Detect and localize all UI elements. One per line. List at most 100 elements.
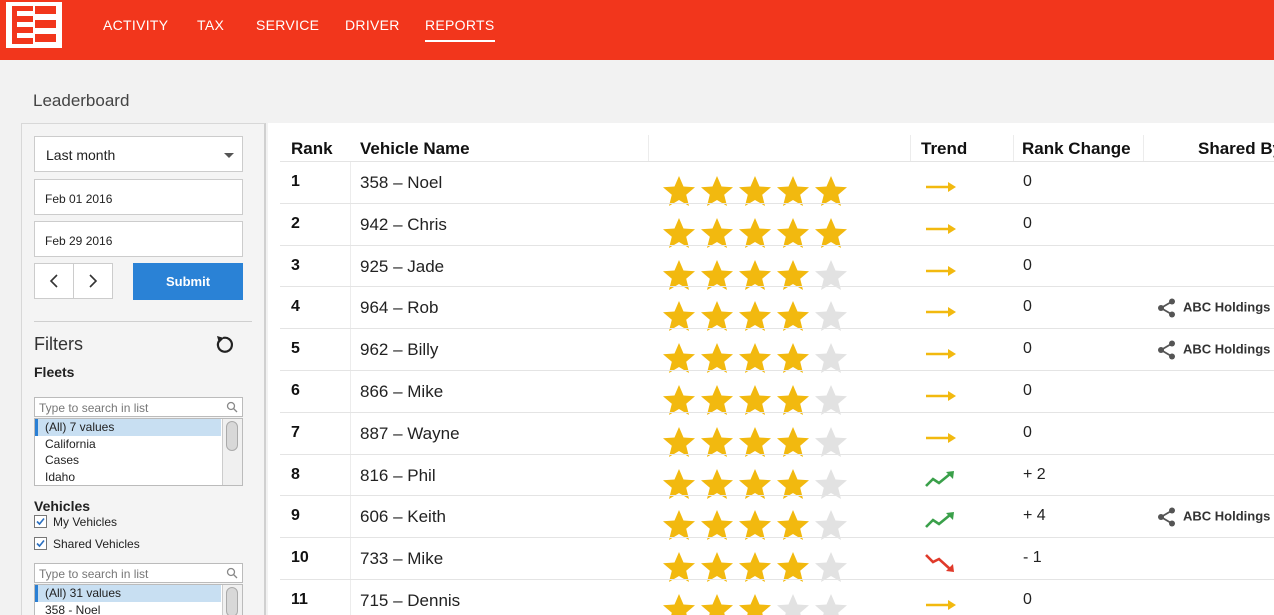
- header-vehicle-name[interactable]: Vehicle Name: [360, 139, 470, 159]
- star-filled-icon: [698, 592, 736, 615]
- star-empty-icon: [812, 592, 850, 615]
- table-row[interactable]: 4 964 – Rob 0 ABC Holdings: [280, 286, 1274, 332]
- fleets-listbox[interactable]: (All) 7 values California Cases Idaho: [34, 418, 243, 486]
- vehicle-name-cell[interactable]: 733 – Mike: [360, 549, 443, 569]
- rank-cell: 9: [291, 507, 300, 525]
- nav-driver[interactable]: DRIVER: [345, 17, 400, 33]
- vehicle-name-cell[interactable]: 887 – Wayne: [360, 424, 460, 444]
- vehicle-name-cell[interactable]: 816 – Phil: [360, 466, 436, 486]
- trend-flat-arrow-icon: [924, 342, 958, 366]
- search-icon: [226, 567, 238, 579]
- fleet-option[interactable]: California: [35, 436, 221, 453]
- trend-flat-arrow-icon: [924, 384, 958, 408]
- trend-flat-arrow-icon: [924, 426, 958, 450]
- fleets-search-placeholder: Type to search in list: [39, 401, 149, 415]
- shared-by-cell[interactable]: ABC Holdings: [1156, 506, 1270, 528]
- star-empty-icon: [774, 592, 812, 615]
- fleet-option[interactable]: Cases: [35, 452, 221, 469]
- shared-vehicles-checkbox[interactable]: [34, 537, 47, 551]
- fleet-option[interactable]: (All) 7 values: [35, 419, 221, 436]
- nav-reports[interactable]: REPORTS: [425, 17, 495, 42]
- vehicle-name-cell[interactable]: 964 – Rob: [360, 298, 438, 318]
- previous-period-button[interactable]: [34, 263, 74, 299]
- shared-by-cell[interactable]: ABC Holdings: [1156, 297, 1270, 319]
- vehicle-name-cell[interactable]: 962 – Billy: [360, 340, 438, 360]
- period-dropdown[interactable]: Last month: [34, 136, 243, 172]
- vehicle-name-cell[interactable]: 358 – Noel: [360, 173, 442, 193]
- table-row[interactable]: 6 866 – Mike 0: [280, 370, 1274, 415]
- table-row[interactable]: 11 715 – Dennis 0: [280, 579, 1274, 615]
- vehicle-option[interactable]: (All) 31 values: [35, 585, 221, 602]
- nav-activity[interactable]: ACTIVITY: [103, 17, 168, 33]
- header-rank[interactable]: Rank: [291, 139, 333, 159]
- vehicle-name-cell[interactable]: 606 – Keith: [360, 507, 446, 527]
- column-separator: [1143, 135, 1144, 161]
- fleets-scrollbar[interactable]: [222, 419, 242, 485]
- filter-sidebar: Last month Feb 01 2016 Feb 29 2016 Submi…: [21, 123, 266, 615]
- star-filled-icon: [660, 592, 698, 615]
- rank-change-cell: - 1: [1023, 549, 1042, 567]
- rank-change-cell: + 4: [1023, 507, 1046, 525]
- column-separator: [350, 454, 351, 497]
- share-icon: [1156, 506, 1183, 528]
- table-row[interactable]: 5 962 – Billy 0 ABC Holdings: [280, 328, 1274, 374]
- rank-cell: 3: [291, 256, 300, 274]
- shared-by-cell[interactable]: ABC Holdings: [1156, 339, 1270, 361]
- vehicle-option[interactable]: 358 - Noel: [35, 602, 221, 615]
- vehicles-label: Vehicles: [34, 498, 91, 514]
- fleets-search-input[interactable]: Type to search in list: [34, 397, 243, 417]
- shared-by-label: ABC Holdings: [1183, 508, 1271, 524]
- column-separator: [350, 245, 351, 288]
- end-date-field[interactable]: Feb 29 2016: [34, 221, 243, 257]
- vehicle-name-cell[interactable]: 715 – Dennis: [360, 591, 460, 611]
- header-shared-by[interactable]: Shared By: [1198, 139, 1274, 159]
- start-date-field[interactable]: Feb 01 2016: [34, 179, 243, 215]
- fleets-label: Fleets: [34, 364, 75, 380]
- rank-change-cell: 0: [1023, 591, 1032, 608]
- reset-icon[interactable]: [212, 334, 234, 356]
- star-filled-icon: [736, 592, 774, 615]
- rank-cell: 11: [291, 591, 308, 608]
- next-period-button[interactable]: [73, 263, 113, 299]
- rank-cell: 2: [291, 214, 300, 232]
- column-separator: [350, 412, 351, 455]
- submit-button[interactable]: Submit: [133, 263, 243, 300]
- nav-tax[interactable]: TAX: [197, 17, 224, 33]
- header-trend[interactable]: Trend: [921, 139, 967, 159]
- vehicles-search-input[interactable]: Type to search in list: [34, 563, 243, 583]
- trend-flat-arrow-icon: [924, 217, 958, 241]
- table-row[interactable]: 7 887 – Wayne 0: [280, 411, 1274, 457]
- my-vehicles-checkbox-row[interactable]: My Vehicles: [34, 515, 117, 531]
- vehicles-listbox[interactable]: (All) 31 values 358 - Noel: [34, 584, 243, 615]
- column-separator: [910, 135, 911, 161]
- vehicles-search-placeholder: Type to search in list: [39, 567, 149, 581]
- shared-by-label: ABC Holdings: [1183, 341, 1271, 357]
- rank-change-cell: 0: [1023, 214, 1032, 232]
- brand-logo[interactable]: [6, 2, 62, 48]
- fleet-option[interactable]: Idaho: [35, 469, 221, 486]
- table-row[interactable]: 9 606 – Keith + 4 ABC Holdings: [280, 495, 1274, 541]
- scroll-thumb[interactable]: [226, 421, 238, 451]
- header-rank-change[interactable]: Rank Change: [1022, 139, 1131, 159]
- trend-flat-arrow-icon: [924, 593, 958, 615]
- table-row[interactable]: 8 816 – Phil + 2: [280, 453, 1274, 499]
- vehicle-name-cell[interactable]: 866 – Mike: [360, 382, 443, 402]
- table-row[interactable]: 3 925 – Jade 0: [280, 244, 1274, 290]
- nav-service[interactable]: SERVICE: [256, 17, 319, 33]
- column-separator: [648, 135, 649, 161]
- vehicles-scrollbar[interactable]: [222, 585, 242, 615]
- column-separator: [350, 371, 351, 413]
- my-vehicles-checkbox[interactable]: [34, 515, 47, 529]
- vehicle-name-cell[interactable]: 925 – Jade: [360, 257, 444, 277]
- vehicle-name-cell[interactable]: 942 – Chris: [360, 215, 447, 235]
- shared-vehicles-label: Shared Vehicles: [53, 537, 140, 551]
- shared-vehicles-checkbox-row[interactable]: Shared Vehicles: [34, 537, 140, 553]
- table-row[interactable]: 10 733 – Mike - 1: [280, 537, 1274, 583]
- leaderboard-table: Rank Vehicle Name Trend Rank Change Shar…: [268, 123, 1274, 615]
- page-title: Leaderboard: [33, 91, 130, 110]
- scroll-thumb[interactable]: [226, 587, 238, 615]
- table-row[interactable]: 1 358 – Noel 0: [280, 161, 1274, 206]
- table-row[interactable]: 2 942 – Chris 0: [280, 202, 1274, 248]
- star-rating: [660, 592, 850, 615]
- period-dropdown-value: Last month: [46, 147, 116, 163]
